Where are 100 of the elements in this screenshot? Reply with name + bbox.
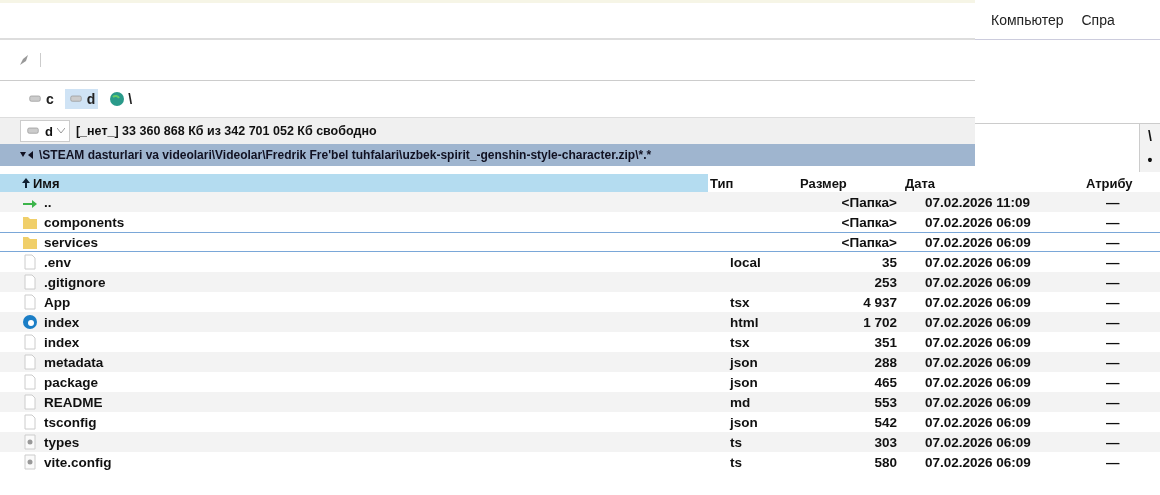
file-size: 465 [873, 374, 897, 390]
file-attributes: — [1105, 414, 1121, 430]
file-date: 07.02.2026 06:09 [925, 314, 1032, 330]
file-date: 07.02.2026 06:09 [925, 354, 1032, 370]
file-attributes: — [1105, 374, 1121, 390]
file-date: 07.02.2026 06:09 [925, 334, 1032, 350]
file-size: 4 937 [862, 294, 897, 310]
file-row[interactable]: metadata json 288 07.02.2026 06:09 — [0, 352, 1160, 372]
browser-icon [22, 314, 38, 330]
file-type: local [730, 254, 762, 270]
file-type: json [730, 354, 759, 370]
file-date: 07.02.2026 06:09 [925, 414, 1032, 430]
file-name: types [44, 434, 81, 450]
file-size: 288 [873, 354, 897, 370]
drive-dropdown[interactable]: d [20, 120, 70, 142]
file-row[interactable]: services <Папка> 07.02.2026 06:09 — [0, 232, 1160, 252]
file-icon [22, 394, 38, 410]
folder-icon [22, 214, 38, 230]
file-attributes: — [1105, 194, 1121, 210]
file-icon [22, 414, 38, 430]
file-icon [22, 254, 38, 270]
drive-icon [25, 125, 41, 137]
column-header[interactable]: Тип [708, 175, 798, 191]
file-name: package [44, 374, 100, 390]
marker-text: • [1147, 152, 1153, 168]
file-size: 253 [873, 274, 897, 290]
column-header[interactable]: Имя [0, 174, 708, 192]
path-text: \ [1148, 128, 1152, 144]
file-name: vite.config [44, 454, 113, 470]
file-row[interactable]: types ts 303 07.02.2026 06:09 — [0, 432, 1160, 452]
file-row[interactable]: .gitignore 253 07.02.2026 06:09 — [0, 272, 1160, 292]
file-type: tsx [730, 294, 751, 310]
folder-icon [22, 234, 38, 250]
file-date: 07.02.2026 06:09 [925, 394, 1032, 410]
file-row[interactable]: index html 1 702 07.02.2026 06:09 — [0, 312, 1160, 332]
file-icon [22, 274, 38, 290]
path-bar: \STEAM dasturlari va videolari\Videolar\Fredrik Fre'bel tuhfalari\uzbek-spirit_-genshin-style-character.zip\*.* [0, 144, 975, 166]
file-date: 07.02.2026 06:09 [925, 374, 1032, 390]
file-row[interactable]: .env local 35 07.02.2026 06:09 — [0, 252, 1160, 272]
file-attributes: — [1105, 254, 1121, 270]
history-arrows-icon[interactable] [20, 150, 36, 160]
file-row[interactable]: components <Папка> 07.02.2026 06:09 — [0, 212, 1160, 232]
file-row[interactable]: index tsx 351 07.02.2026 06:09 — [0, 332, 1160, 352]
file-date: 07.02.2026 06:09 [925, 234, 1032, 250]
file-icon [22, 354, 38, 370]
file-name: .gitignore [44, 274, 107, 290]
file-attributes: — [1105, 234, 1121, 250]
file-type: json [730, 414, 759, 430]
file-date: 07.02.2026 06:09 [925, 254, 1032, 270]
file-attributes: — [1105, 354, 1121, 370]
file-size: <Папка> [840, 194, 897, 210]
sort-arrow-icon [22, 178, 30, 188]
globe-icon [109, 91, 126, 107]
file-icon [22, 334, 38, 350]
file-date: 07.02.2026 06:09 [925, 214, 1032, 230]
file-size: 1 702 [862, 314, 897, 330]
file-row[interactable]: App tsx 4 937 07.02.2026 06:09 — [0, 292, 1160, 312]
file-size: <Папка> [840, 214, 897, 230]
script-file-icon [22, 434, 38, 450]
file-row[interactable]: .. <Папка> 07.02.2026 11:09 — [0, 192, 1160, 212]
file-name: App [44, 294, 72, 310]
file-name: metadata [44, 354, 105, 370]
file-attributes: — [1105, 454, 1121, 470]
file-row[interactable]: vite.config ts 580 07.02.2026 06:09 — [0, 452, 1160, 472]
drive-button[interactable]: \ [106, 89, 136, 109]
drive-icon [67, 93, 84, 105]
file-row[interactable]: package json 465 07.02.2026 06:09 — [0, 372, 1160, 392]
free-space-text: [_нет_] 33 360 868 Кб из 342 701 052 Кб свободно [75, 124, 377, 138]
brush-icon[interactable] [18, 53, 41, 67]
file-size: 580 [873, 454, 897, 470]
file-size: 553 [873, 394, 897, 410]
file-size: 351 [873, 334, 897, 350]
script-file-icon [22, 454, 38, 470]
file-size: <Папка> [840, 234, 897, 250]
file-attributes: — [1105, 294, 1121, 310]
file-type: ts [730, 454, 743, 470]
column-header[interactable]: Размер [798, 175, 875, 191]
file-attributes: — [1105, 334, 1121, 350]
drive-icon [27, 93, 43, 105]
file-name: index [44, 314, 81, 330]
column-header[interactable]: Дата [903, 175, 1078, 191]
file-row[interactable]: tsconfig json 542 07.02.2026 06:09 — [0, 412, 1160, 432]
file-name: tsconfig [44, 414, 98, 430]
file-type: json [730, 374, 759, 390]
file-size: 542 [873, 414, 897, 430]
file-attributes: — [1105, 214, 1121, 230]
file-attributes: — [1105, 434, 1121, 450]
menu-item[interactable]: Спра [1081, 11, 1115, 28]
file-row[interactable]: README md 553 07.02.2026 06:09 — [0, 392, 1160, 412]
column-header[interactable]: Атрибу [1078, 175, 1160, 191]
file-date: 07.02.2026 06:09 [925, 274, 1032, 290]
file-attributes: — [1105, 274, 1121, 290]
file-date: 07.02.2026 06:09 [925, 294, 1032, 310]
menu-item[interactable]: Компьютер [991, 11, 1064, 28]
drive-button[interactable]: c [24, 89, 57, 109]
drive-button[interactable]: d [64, 89, 99, 109]
file-type: html [730, 314, 760, 330]
file-attributes: — [1105, 314, 1121, 330]
file-type: ts [730, 434, 743, 450]
file-date: 07.02.2026 06:09 [925, 434, 1032, 450]
